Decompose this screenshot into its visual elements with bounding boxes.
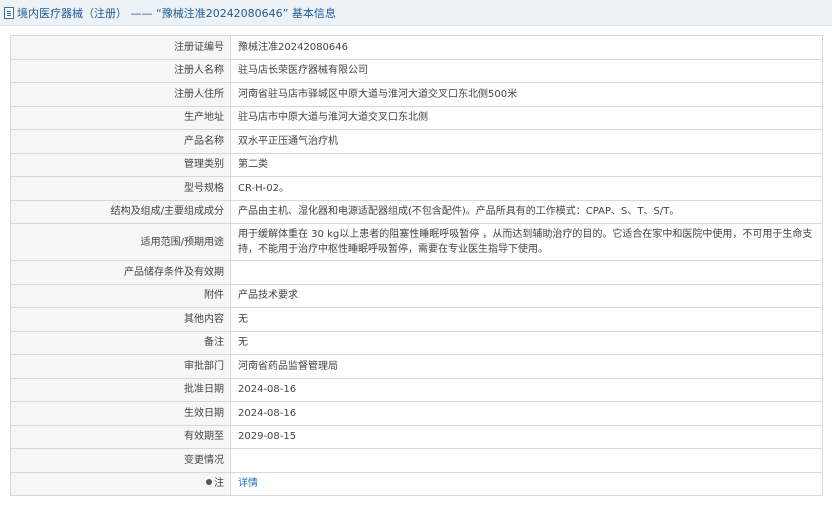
table-row: 管理类别 第二类 [10, 152, 823, 177]
table-row: 结构及组成/主要组成成分 产品由主机、湿化器和电源适配器组成(不包含配件)。产品… [10, 199, 823, 224]
table-row: 有效期至 2029-08-15 [10, 424, 823, 449]
row-label: 附件 [10, 283, 231, 308]
table-row: 附件 产品技术要求 [10, 283, 823, 308]
row-label: 型号规格 [10, 176, 231, 201]
row-value: 驻马店市中原大道与淮河大道交叉口东北侧 [230, 105, 823, 130]
row-label: 管理类别 [10, 152, 231, 177]
table-row: 适用范围/预期用途 用于缓解体重在 30 kg以上患者的阻塞性睡眠呼吸暂停 ，从… [10, 223, 823, 261]
row-value: 河南省药品监督管理局 [230, 354, 823, 379]
row-label: 注册人名称 [10, 58, 231, 83]
row-label: 其他内容 [10, 307, 231, 332]
table-row: 批准日期 2024-08-16 [10, 377, 823, 402]
row-value: 产品技术要求 [230, 283, 823, 308]
table-row: 备注 无 [10, 330, 823, 355]
row-label: 有效期至 [10, 424, 231, 449]
row-value: 驻马店长荣医疗器械有限公司 [230, 58, 823, 83]
table-row: 型号规格 CR-H-02。 [10, 176, 823, 201]
note-label-text: 注 [214, 478, 224, 490]
table-row: 注册人住所 河南省驻马店市驿城区中原大道与淮河大道交叉口东北侧500米 [10, 82, 823, 107]
row-value [230, 260, 823, 285]
page-header: 境内医疗器械（注册） —— “豫械注准20242080646” 基本信息 [0, 0, 832, 26]
table-row: 注 详情 [10, 471, 823, 496]
row-label: 产品名称 [10, 129, 231, 154]
row-value: CR-H-02。 [230, 176, 823, 201]
table-row: 审批部门 河南省药品监督管理局 [10, 354, 823, 379]
row-label: 注册人住所 [10, 82, 231, 107]
row-value: 产品由主机、湿化器和电源适配器组成(不包含配件)。产品所具有的工作模式：CPAP… [230, 199, 823, 224]
breadcrumb: 境内医疗器械（注册） —— “豫械注准20242080646” 基本信息 [17, 6, 336, 20]
table-row: 注册证编号 豫械注准20242080646 [10, 35, 823, 60]
row-label: 产品储存条件及有效期 [10, 260, 231, 285]
row-label: 审批部门 [10, 354, 231, 379]
row-value: 双水平正压通气治疗机 [230, 129, 823, 154]
details-link[interactable]: 详情 [238, 478, 258, 489]
row-label: 结构及组成/主要组成成分 [10, 199, 231, 224]
pin-icon [206, 479, 212, 486]
row-value: 用于缓解体重在 30 kg以上患者的阻塞性睡眠呼吸暂停 ，从而达到辅助治疗的目的… [230, 223, 823, 261]
table-row: 注册人名称 驻马店长荣医疗器械有限公司 [10, 58, 823, 83]
row-value: 第二类 [230, 152, 823, 177]
row-value: 2024-08-16 [230, 377, 823, 402]
document-icon [4, 6, 14, 19]
table-row: 产品名称 双水平正压通气治疗机 [10, 129, 823, 154]
note-value: 详情 [230, 471, 823, 496]
row-value: 豫械注准20242080646 [230, 35, 823, 60]
table-row: 生产地址 驻马店市中原大道与淮河大道交叉口东北侧 [10, 105, 823, 130]
table-row: 生效日期 2024-08-16 [10, 401, 823, 426]
row-value: 2024-08-16 [230, 401, 823, 426]
row-label: 变更情况 [10, 448, 231, 473]
table-row: 其他内容 无 [10, 307, 823, 332]
row-label: 备注 [10, 330, 231, 355]
row-label: 批准日期 [10, 377, 231, 402]
table-row: 变更情况 [10, 448, 823, 473]
row-value: 2029-08-15 [230, 424, 823, 449]
row-label: 注册证编号 [10, 35, 231, 60]
row-label: 生产地址 [10, 105, 231, 130]
row-label: 适用范围/预期用途 [10, 223, 231, 261]
info-table: 注册证编号 豫械注准20242080646 注册人名称 驻马店长荣医疗器械有限公… [10, 35, 823, 496]
table-row: 产品储存条件及有效期 [10, 260, 823, 285]
row-value [230, 448, 823, 473]
row-value: 河南省驻马店市驿城区中原大道与淮河大道交叉口东北侧500米 [230, 82, 823, 107]
row-value: 无 [230, 330, 823, 355]
row-value: 无 [230, 307, 823, 332]
row-label: 生效日期 [10, 401, 231, 426]
note-label: 注 [10, 471, 231, 496]
